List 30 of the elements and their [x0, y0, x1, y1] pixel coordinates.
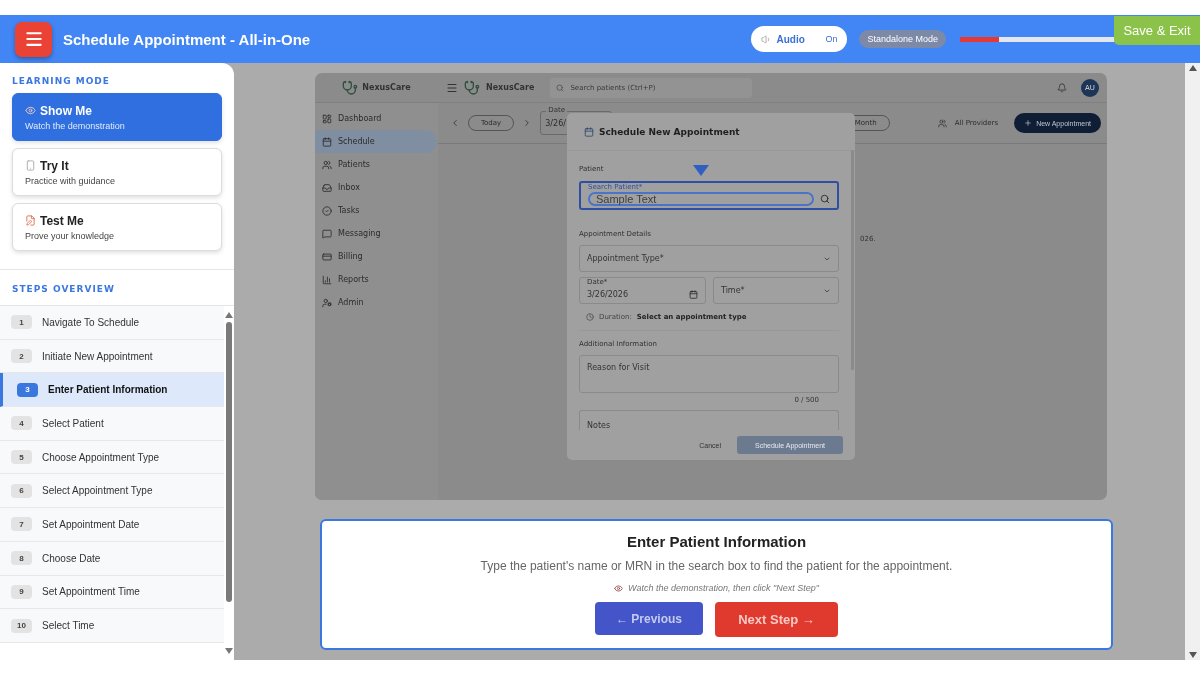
mode-badge: Standalone Mode [859, 30, 946, 48]
step-label: Set Appointment Date [42, 518, 140, 530]
step-number: 1 [11, 315, 32, 330]
step-label: Choose Date [42, 552, 101, 564]
step-label: Select Time [42, 620, 95, 632]
dialog-title: Schedule New Appointment [599, 126, 740, 137]
step-label: Choose Appointment Type [42, 451, 160, 463]
brand-name: NexusCare [486, 83, 535, 92]
step-number: 2 [11, 349, 32, 364]
step-number: 10 [11, 618, 32, 633]
step-number: 9 [11, 584, 32, 599]
step-number: 4 [11, 416, 32, 431]
page-title: Schedule Appointment - All-in-One [63, 30, 311, 48]
step-label: Select Appointment Type [42, 485, 153, 497]
step-label: Navigate To Schedule [42, 316, 140, 328]
audio-state: On [825, 34, 838, 44]
instruction-text: Type the patient's name or MRN in the search box to find the patient for the appointment. [480, 559, 953, 573]
step-number: 3 [17, 382, 38, 397]
step-label: Set Appointment Time [42, 586, 140, 598]
brand-name: NexusCare [362, 83, 411, 92]
step-label: Enter Patient Information [48, 384, 168, 396]
step-number: 7 [11, 517, 32, 532]
step-number: 8 [11, 551, 32, 566]
step-number: 6 [11, 483, 32, 498]
step-label: Initiate New Appointment [42, 350, 153, 362]
step-label: Select Patient [42, 417, 104, 429]
step-number: 5 [11, 450, 32, 465]
instruction-hint: Watch the demonstration, then click "Next Step" [628, 583, 819, 593]
section-heading: LEARNING MODE [11, 75, 111, 88]
instruction-title: Enter Patient Information [626, 533, 807, 550]
